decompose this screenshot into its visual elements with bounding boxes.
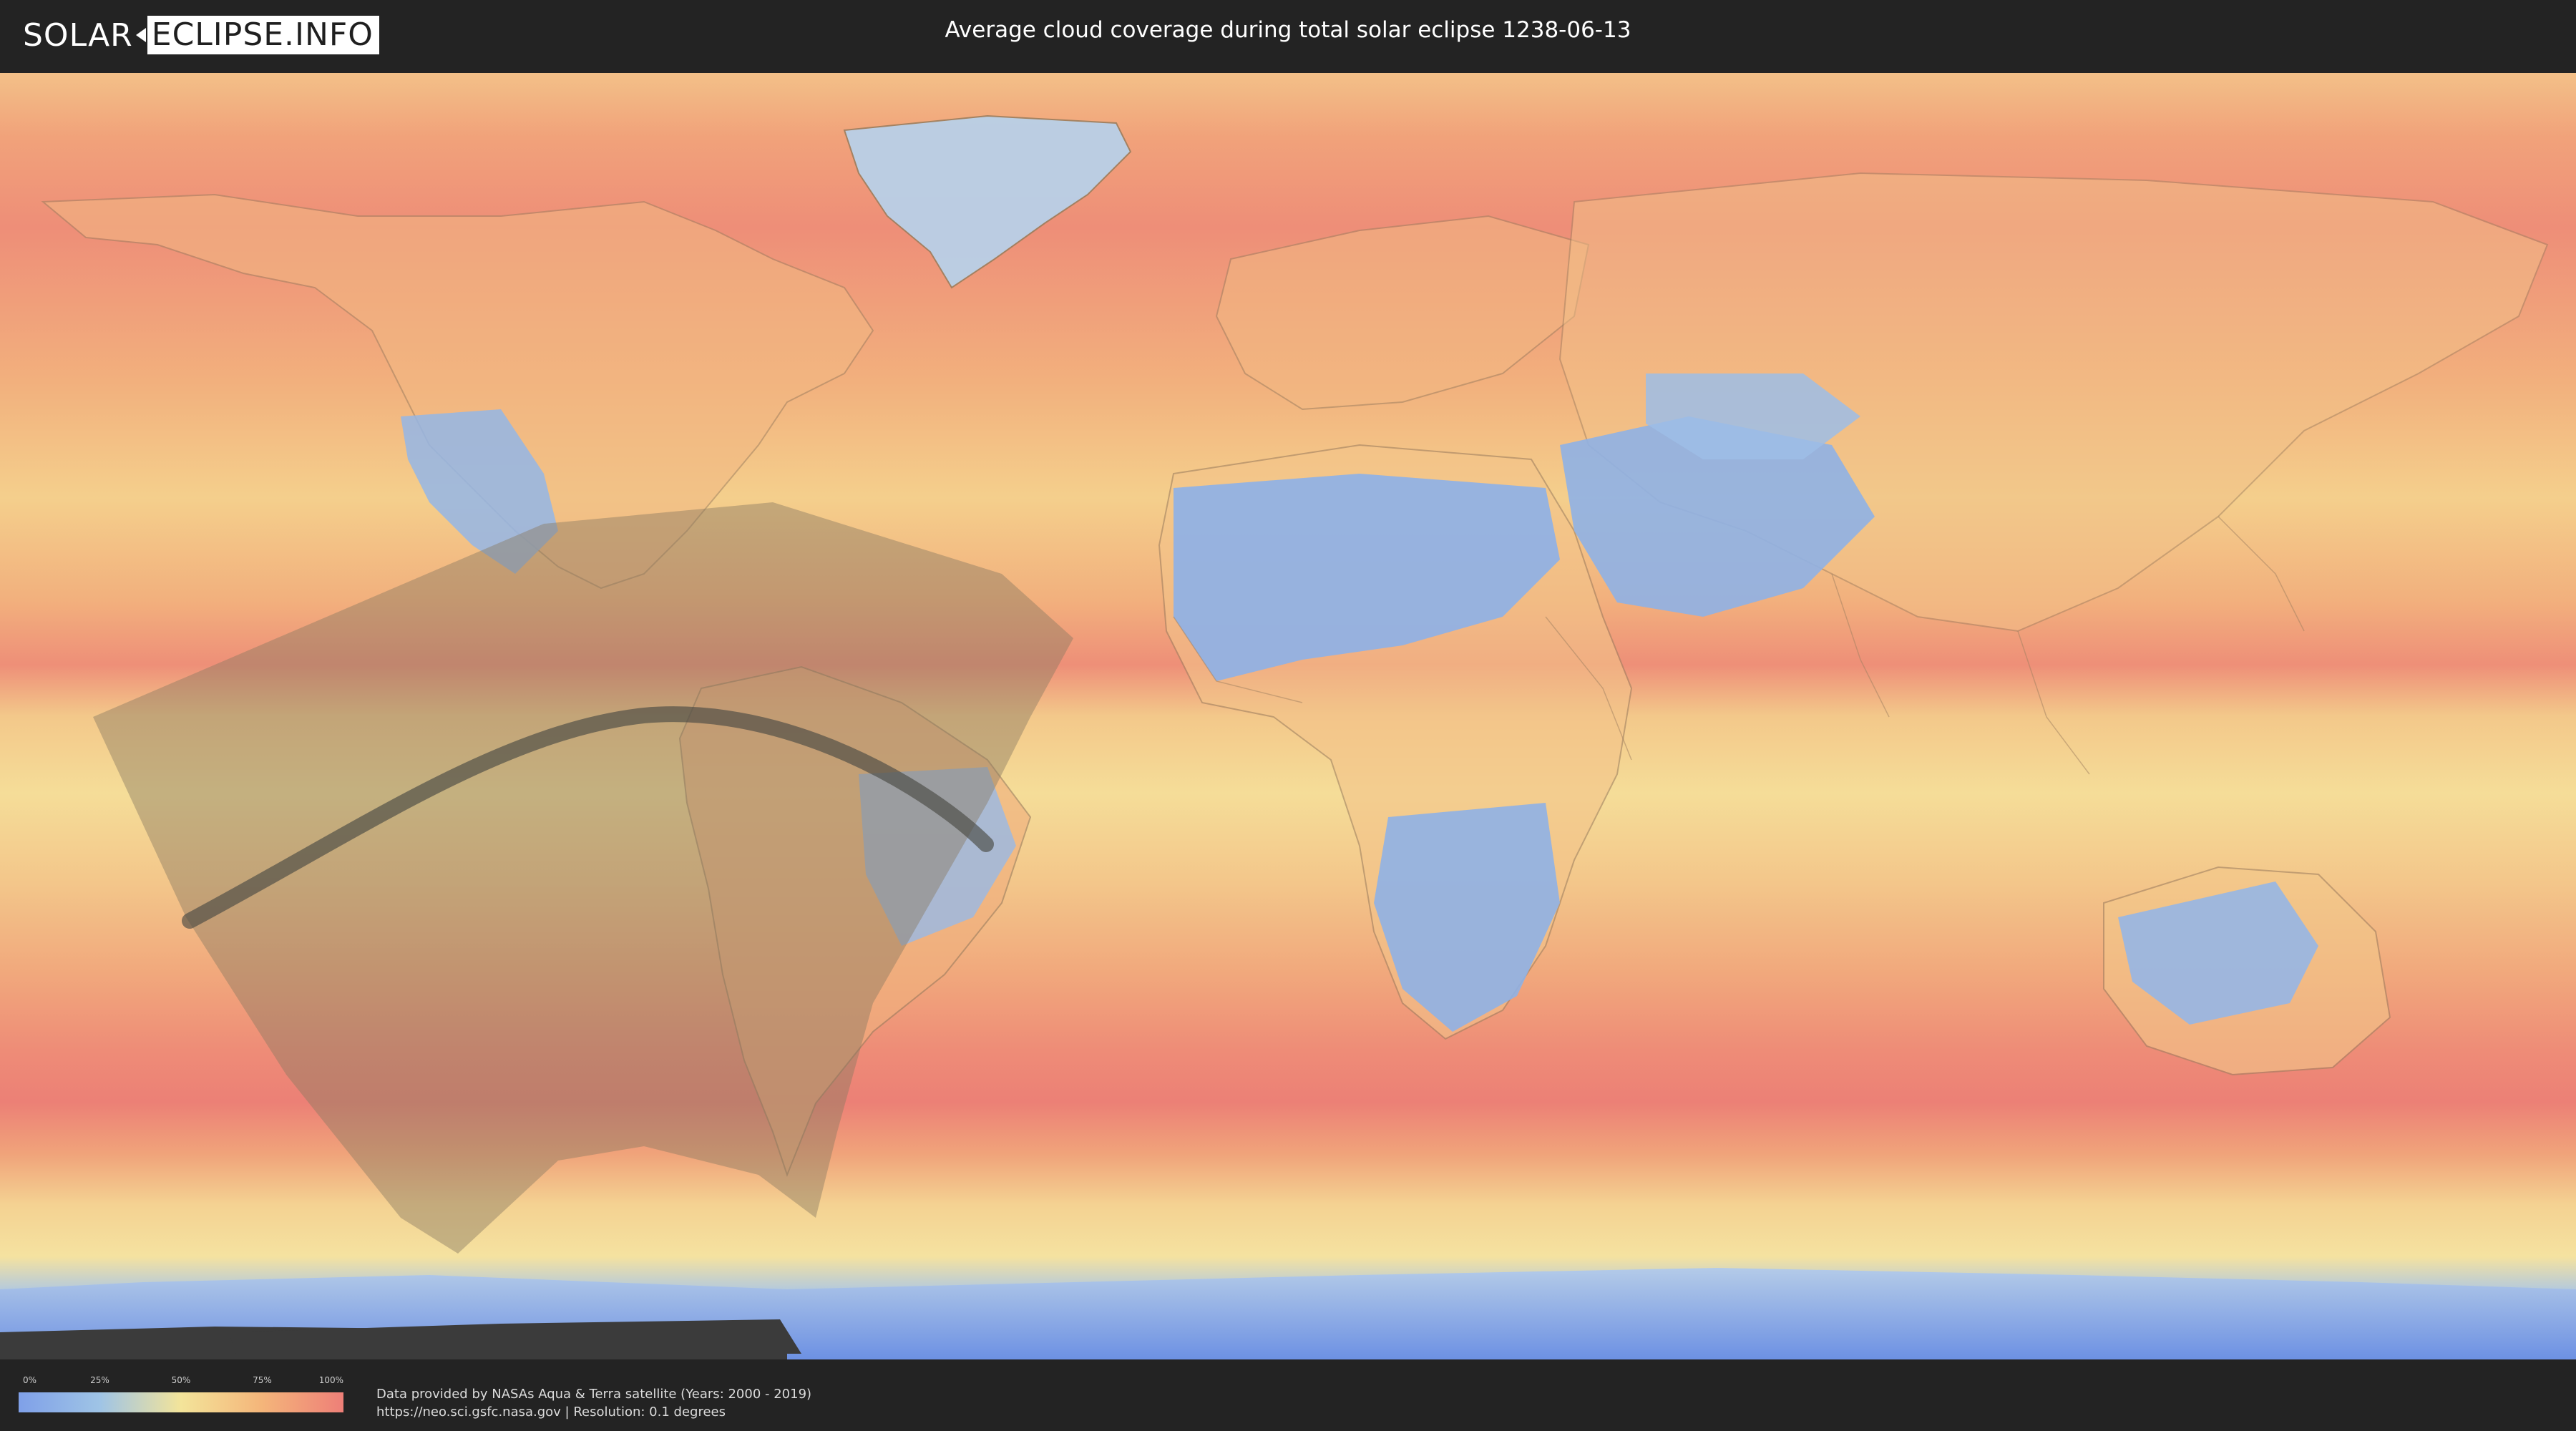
credit-line-url[interactable]: https://neo.sci.gsfc.nasa.gov | Resoluti… bbox=[376, 1403, 811, 1421]
legend-tick: 0% bbox=[23, 1375, 37, 1385]
legend-tick: 75% bbox=[253, 1375, 272, 1385]
page: SOLAR ECLIPSE.INFO Average cloud coverag… bbox=[0, 0, 2576, 1431]
page-title: Average cloud coverage during total sola… bbox=[945, 17, 1631, 43]
legend-tick: 100% bbox=[318, 1375, 343, 1385]
legend-color-bar bbox=[19, 1392, 343, 1412]
legend-ticks: 0% 25% 50% 75% 100% bbox=[19, 1375, 343, 1388]
legend-tick: 50% bbox=[171, 1375, 191, 1385]
credit-line-source: Data provided by NASAs Aqua & Terra sate… bbox=[376, 1387, 812, 1402]
legend-tick: 25% bbox=[90, 1375, 109, 1385]
header-bar: SOLAR ECLIPSE.INFO Average cloud coverag… bbox=[0, 0, 2576, 72]
data-credits: Data provided by NASAs Aqua & Terra sate… bbox=[376, 1385, 811, 1421]
cloud-coverage-legend: 0% 25% 50% 75% 100% bbox=[19, 1375, 343, 1415]
map-svg bbox=[0, 73, 2576, 1359]
footer-bar: 0% 25% 50% 75% 100% Data provided by NAS… bbox=[0, 1359, 2576, 1431]
cloud-coverage-map[interactable] bbox=[0, 73, 2576, 1359]
